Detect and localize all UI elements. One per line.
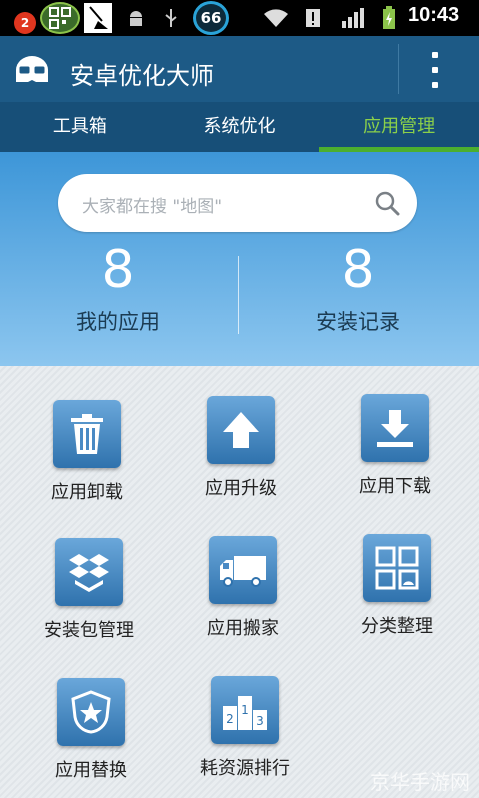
- moving-truck-icon: [209, 536, 277, 604]
- tool-label: 分类整理: [361, 616, 433, 637]
- search-box[interactable]: 大家都在搜 "地图": [58, 174, 417, 232]
- tool-resource-ranking[interactable]: 213 耗资源排行: [170, 676, 320, 780]
- tool-app-upgrade[interactable]: 应用升级: [166, 396, 316, 500]
- install-records-label: 安装记录: [316, 310, 400, 334]
- summary-panel: 大家都在搜 "地图" 8 我的应用 8 安装记录: [0, 152, 479, 366]
- arrow-up-icon: [207, 396, 275, 464]
- overflow-menu-icon[interactable]: [420, 48, 450, 92]
- my-apps-label: 我的应用: [76, 310, 160, 334]
- stat-divider: [238, 256, 239, 334]
- watermark: 京华手游网: [370, 770, 470, 794]
- install-records-count: 8: [341, 240, 375, 300]
- tool-label: 应用升级: [205, 478, 277, 499]
- install-records-stat[interactable]: 8 安装记录: [258, 238, 458, 336]
- qr-app-icon[interactable]: [40, 2, 80, 34]
- category-grid-icon: [363, 534, 431, 602]
- tool-label: 应用替换: [55, 760, 127, 781]
- replace-star-shield-icon: [57, 678, 125, 746]
- signal-icon: [340, 6, 366, 30]
- tool-label: 应用卸载: [51, 482, 123, 503]
- trash-icon: [53, 400, 121, 468]
- app-bar: 安卓优化大师: [0, 36, 479, 102]
- android-debug-icon: [124, 6, 148, 30]
- battery-icon: [380, 6, 398, 30]
- tool-app-replace[interactable]: 应用替换: [16, 678, 166, 782]
- tool-app-move[interactable]: 应用搬家: [168, 536, 318, 640]
- android-glasses-logo-icon[interactable]: [12, 50, 52, 88]
- wifi-icon: [262, 6, 290, 30]
- cpu-usage-badge[interactable]: 66: [193, 1, 229, 35]
- notification-badge[interactable]: 2: [14, 12, 36, 34]
- package-box-icon: [55, 538, 123, 606]
- tab-bar: 工具箱 系统优化 应用管理: [0, 102, 479, 152]
- app-bar-divider: [398, 44, 399, 94]
- podium-ranking-icon: 213: [211, 676, 279, 744]
- search-icon[interactable]: [374, 190, 400, 216]
- svg-text:1: 1: [241, 703, 249, 717]
- app-title: 安卓优化大师: [70, 62, 214, 90]
- svg-text:3: 3: [256, 714, 264, 728]
- tool-grid: 应用卸载 应用升级 应用下载 安装包管理 应用搬家 分类整理 应用替换 2 1 …: [0, 366, 479, 798]
- tool-label: 应用下载: [359, 476, 431, 497]
- tool-label: 耗资源排行: [200, 758, 290, 779]
- tool-app-download[interactable]: 应用下载: [320, 394, 470, 498]
- tab-toolbox[interactable]: 工具箱: [0, 102, 160, 152]
- usb-icon: [160, 6, 182, 30]
- tool-category-sort[interactable]: 分类整理: [322, 534, 472, 638]
- my-apps-count: 8: [101, 240, 135, 300]
- search-input[interactable]: 大家都在搜 "地图": [82, 192, 222, 217]
- tab-system-optimize[interactable]: 系统优化: [160, 102, 320, 152]
- clock: 10:43: [408, 4, 460, 26]
- svg-text:2: 2: [226, 712, 234, 726]
- tool-app-uninstall[interactable]: 应用卸载: [12, 400, 162, 504]
- status-bar: 2 66 10:43: [0, 0, 479, 36]
- warning-icon: [302, 6, 324, 30]
- broom-icon[interactable]: [84, 3, 112, 33]
- tab-app-manage[interactable]: 应用管理: [319, 102, 479, 152]
- my-apps-stat[interactable]: 8 我的应用: [18, 238, 218, 336]
- tool-label: 安装包管理: [44, 620, 134, 641]
- download-icon: [361, 394, 429, 462]
- tool-package-manage[interactable]: 安装包管理: [14, 538, 164, 642]
- tool-label: 应用搬家: [207, 618, 279, 639]
